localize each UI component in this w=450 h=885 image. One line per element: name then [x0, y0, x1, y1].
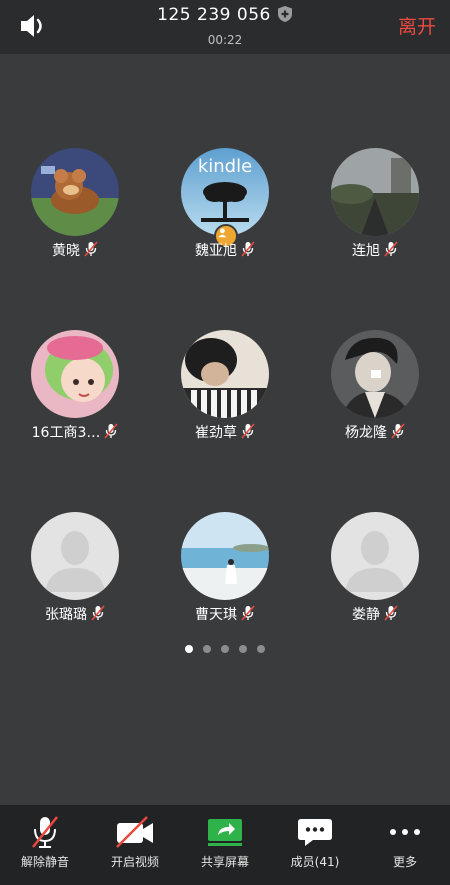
svg-text:kindle: kindle [198, 156, 252, 177]
mic-muted-icon [384, 605, 398, 621]
members-label: 成员(41) [290, 855, 340, 869]
bottom-toolbar: 解除静音 开启视频 共享屏幕 成员(41) 更多 [0, 805, 450, 885]
participant-name-row: 魏亚旭 [150, 240, 300, 260]
chat-bubble-icon [298, 819, 332, 846]
page-indicator[interactable] [0, 638, 450, 657]
mic-muted-icon [32, 816, 58, 848]
participant-name-row: 黄晓 [0, 240, 150, 260]
page-dot-3[interactable] [221, 645, 229, 653]
members-button[interactable]: 成员(41) [270, 805, 360, 885]
participant-tile[interactable]: 杨龙隆 [300, 330, 450, 470]
participant-name-row: 16工商3… [0, 422, 150, 442]
participant-avatar [181, 512, 269, 600]
participant-name-row: 连旭 [300, 240, 450, 260]
participant-name-row: 曹天琪 [150, 604, 300, 624]
mic-muted-icon [91, 605, 105, 621]
participant-tile[interactable]: 黄晓 [0, 148, 150, 288]
mic-muted-icon [84, 241, 98, 257]
default-avatar-icon [331, 512, 419, 600]
start-video-label: 开启视频 [110, 855, 159, 869]
start-video-button[interactable]: 开启视频 [90, 805, 180, 885]
participant-avatar [331, 330, 419, 418]
participant-tile[interactable]: 崔劲草 [150, 330, 300, 470]
page-dot-5[interactable] [257, 645, 265, 653]
participant-name: 连旭 [352, 243, 380, 259]
mic-muted-icon [391, 423, 405, 439]
participant-tile[interactable]: 张璐璐 [0, 512, 150, 652]
participant-avatar [31, 330, 119, 418]
page-dot-1[interactable] [185, 645, 193, 653]
participant-name-row: 娄静 [300, 604, 450, 624]
participant-grid: 黄晓 kindle 魏亚旭 连旭 16工商3… 崔劲草 杨龙隆 张璐璐 曹天琪 … [0, 0, 450, 800]
more-button[interactable]: 更多 [360, 805, 450, 885]
default-avatar-icon [31, 512, 119, 600]
page-dot-4[interactable] [239, 645, 247, 653]
participant-name: 娄静 [352, 607, 380, 623]
participant-avatar [181, 330, 269, 418]
participant-name-row: 杨龙隆 [300, 422, 450, 442]
participant-name-row: 张璐璐 [0, 604, 150, 624]
participant-tile[interactable]: 曹天琪 [150, 512, 300, 652]
participant-name: 杨龙隆 [345, 425, 387, 441]
mic-muted-icon [241, 241, 255, 257]
participant-avatar: kindle [181, 148, 269, 236]
participant-avatar [31, 148, 119, 236]
share-screen-button[interactable]: 共享屏幕 [180, 805, 270, 885]
mic-muted-icon [241, 605, 255, 621]
participant-name: 张璐璐 [45, 607, 87, 623]
participant-name: 16工商3… [31, 425, 101, 441]
unmute-button[interactable]: 解除静音 [0, 805, 90, 885]
participant-avatar [331, 148, 419, 236]
unmute-label: 解除静音 [20, 855, 69, 869]
participant-name: 魏亚旭 [195, 243, 237, 259]
participant-name: 黄晓 [52, 243, 80, 259]
more-label: 更多 [392, 855, 417, 869]
participant-name: 崔劲草 [195, 425, 237, 441]
video-off-icon [116, 816, 153, 848]
share-screen-label: 共享屏幕 [200, 855, 249, 869]
mic-muted-icon [104, 423, 118, 439]
mic-muted-icon [384, 241, 398, 257]
mic-muted-icon [241, 423, 255, 439]
participant-name-row: 崔劲草 [150, 422, 300, 442]
participant-tile[interactable]: kindle 魏亚旭 [150, 148, 300, 288]
more-dots-icon [390, 829, 420, 835]
participant-tile[interactable]: 娄静 [300, 512, 450, 652]
participant-name: 曹天琪 [195, 607, 237, 623]
participant-tile[interactable]: 16工商3… [0, 330, 150, 470]
share-screen-icon [208, 819, 242, 846]
participant-tile[interactable]: 连旭 [300, 148, 450, 288]
page-dot-2[interactable] [203, 645, 211, 653]
